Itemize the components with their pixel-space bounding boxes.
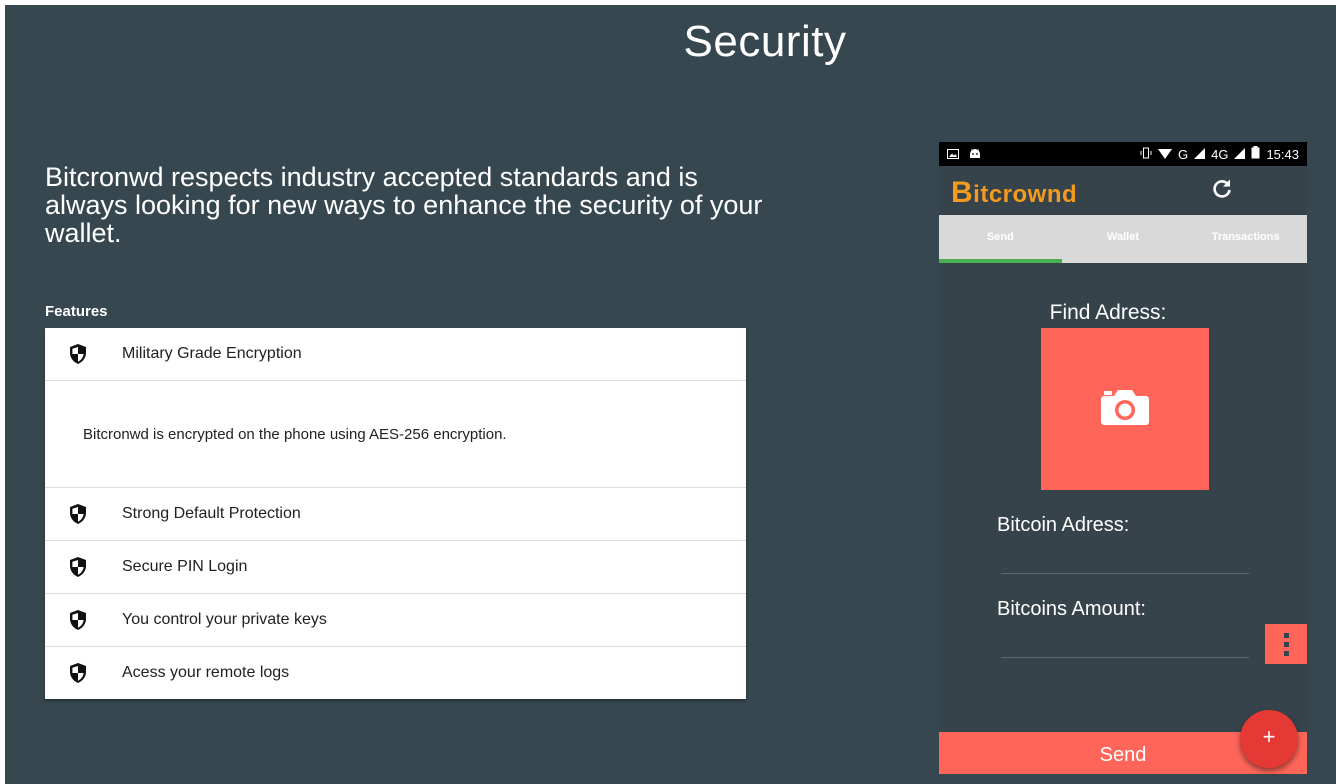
status-bar: G 4G 15:43	[939, 142, 1307, 166]
feature-label: You control your private keys	[122, 611, 327, 628]
features-list: Military Grade Encryption Bitcronwd is e…	[45, 328, 746, 699]
brand-logo-initial: B	[951, 176, 974, 209]
status-time: 15:43	[1266, 146, 1299, 162]
signal-icon	[1234, 147, 1246, 162]
find-address-label: Find Adress:	[1049, 301, 1167, 324]
image-icon	[947, 147, 959, 162]
feature-description: Bitcronwd is encrypted on the phone usin…	[45, 381, 746, 488]
shield-icon	[68, 343, 98, 365]
feature-label: Acess your remote logs	[122, 664, 290, 681]
bitcoin-address-label: Bitcoin Adress:	[997, 514, 1130, 536]
refresh-icon[interactable]	[1209, 176, 1235, 202]
features-heading: Features	[45, 303, 108, 320]
network-label-g: G	[1177, 146, 1189, 162]
brand-logo-text: itcrownd	[973, 181, 1078, 208]
feature-item-secure-pin-login[interactable]: Secure PIN Login	[45, 541, 746, 594]
shield-icon	[68, 556, 98, 578]
shield-icon	[68, 662, 98, 684]
tab-bar: Send Wallet Transactions	[939, 215, 1307, 263]
scan-qr-button[interactable]	[1041, 328, 1209, 490]
tab-transactions[interactable]: Transactions	[1184, 215, 1307, 263]
shield-icon	[68, 503, 98, 525]
wifi-icon	[1157, 147, 1172, 162]
page-title: Security	[683, 17, 847, 66]
bitcoins-amount-label: Bitcoins Amount:	[997, 598, 1146, 620]
android-icon	[969, 147, 981, 162]
bitcoins-amount-input[interactable]	[1001, 630, 1249, 654]
more-vert-icon-dot	[1283, 641, 1289, 647]
bitcoins-amount-underline	[1001, 657, 1249, 658]
network-label-4g: 4G	[1211, 146, 1229, 162]
phone-mockup: G 4G 15:43 Bitcrownd Send Wallet Transac…	[939, 142, 1307, 774]
feature-label: Secure PIN Login	[122, 558, 248, 575]
feature-item-private-keys[interactable]: You control your private keys	[45, 594, 746, 647]
feature-item-strong-default-protection[interactable]: Strong Default Protection	[45, 488, 746, 541]
feature-label: Strong Default Protection	[122, 505, 301, 522]
feature-item-military-grade-encryption[interactable]: Military Grade Encryption	[45, 328, 746, 381]
bitcoin-address-underline	[1001, 573, 1249, 574]
intro-text: Bitcronwd respects industry accepted sta…	[45, 162, 763, 248]
more-vert-icon-dot	[1283, 632, 1289, 638]
signal-icon	[1194, 147, 1206, 162]
more-vert-icon-dot	[1283, 650, 1289, 656]
tab-send[interactable]: Send	[939, 215, 1062, 263]
camera-icon	[1100, 388, 1150, 431]
feature-label: Military Grade Encryption	[122, 345, 302, 362]
more-options-button[interactable]	[1265, 624, 1307, 664]
battery-icon	[1251, 146, 1260, 162]
add-fab-button[interactable]: +	[1240, 710, 1298, 768]
tab-wallet[interactable]: Wallet	[1062, 215, 1185, 263]
security-section: Security Bitcronwd respects industry acc…	[5, 5, 1336, 784]
brand-logo: Bitcrownd	[951, 176, 1077, 210]
shield-icon	[68, 609, 98, 631]
vibrate-icon	[1140, 147, 1152, 162]
bitcoin-address-input[interactable]	[1001, 546, 1249, 570]
app-bar: Bitcrownd	[939, 166, 1307, 215]
active-tab-indicator	[939, 259, 1062, 263]
feature-item-remote-logs[interactable]: Acess your remote logs	[45, 647, 746, 699]
